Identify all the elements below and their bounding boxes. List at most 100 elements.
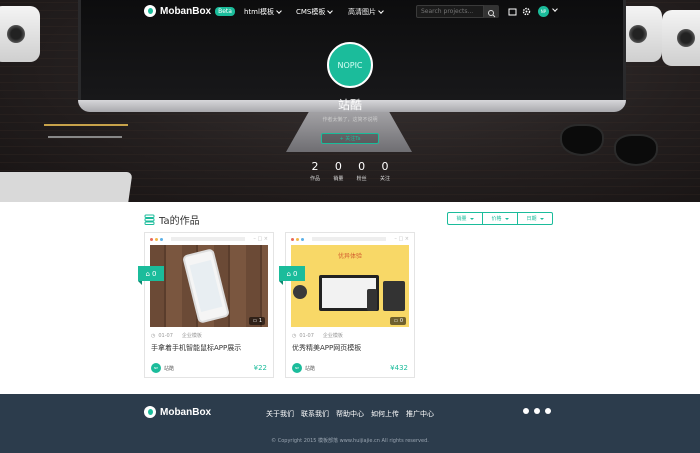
- chevron-down-icon: [327, 8, 334, 14]
- work-card[interactable]: – □ × 优异体验 ▭ 0 ⌂ 0 ◷ 01-07 企业模板 优秀精美APP网页模板…: [279, 232, 415, 378]
- stat-following[interactable]: 0 关注: [376, 160, 394, 182]
- clock-icon: ◷: [292, 332, 297, 339]
- nav-item-label: CMS模板: [296, 8, 326, 16]
- stat-value: 0: [381, 160, 389, 173]
- stat-label: 关注: [379, 176, 390, 182]
- chevron-down-icon: [276, 8, 282, 14]
- pencil: [44, 124, 128, 126]
- folder-icon[interactable]: [508, 7, 517, 16]
- like-badge[interactable]: ⌂ 0: [279, 266, 305, 285]
- chevron-down-icon[interactable]: [552, 6, 558, 12]
- comment-count: ▭ 0: [390, 317, 406, 325]
- footer-links: 关于我们 联系我们 帮助中心 如何上传 推广中心: [266, 409, 434, 419]
- caret-down-icon: [539, 217, 544, 220]
- sort-by-date-button[interactable]: 日期: [517, 212, 553, 225]
- wechat-icon[interactable]: [523, 408, 529, 414]
- stat-value: 0: [334, 160, 342, 173]
- sort-label: 销量: [456, 216, 467, 222]
- footer-logo[interactable]: MobanBox: [144, 406, 211, 418]
- thumb-heading: 优异体验: [337, 253, 362, 260]
- like-badge[interactable]: ⌂ 0: [138, 266, 164, 285]
- bag-icon: ⌂: [145, 269, 150, 278]
- comment-count: ▭ 1: [249, 317, 265, 325]
- footer-link-promotion[interactable]: 推广中心: [406, 409, 434, 419]
- author-avatar[interactable]: NP: [292, 363, 302, 373]
- footer-link-upload[interactable]: 如何上传: [371, 409, 399, 419]
- author-name[interactable]: 站酷: [164, 365, 251, 372]
- keyboard: [0, 172, 133, 202]
- weibo-icon[interactable]: [534, 408, 540, 414]
- sort-by-price-button[interactable]: 价格: [482, 212, 518, 225]
- chevron-down-icon: [378, 8, 384, 14]
- work-thumbnail[interactable]: 优异体验 ▭ 0: [291, 245, 409, 327]
- work-footer: NP 站酷 ¥432: [292, 363, 408, 373]
- work-footer: NP 站酷 ¥22: [151, 363, 267, 373]
- work-price: ¥432: [390, 364, 408, 372]
- nav-item-label: 高清图片: [348, 8, 376, 16]
- phone-image: [182, 248, 230, 324]
- sort-by-sales-button[interactable]: 销量: [447, 212, 483, 225]
- author-name[interactable]: 站酷: [305, 365, 387, 372]
- profile-stats: 2 作品 0 销量 0 粉丝 0 关注: [306, 160, 394, 182]
- profile-bio: 作者太懒了，这简不说明: [322, 117, 378, 123]
- work-title[interactable]: 手拿着手机智能鼠标APP展示: [145, 339, 273, 353]
- sort-controls: 销量 价格 日期: [447, 212, 553, 225]
- search-icon: [488, 10, 496, 18]
- user-avatar[interactable]: NP: [538, 6, 549, 17]
- sort-label: 日期: [526, 216, 537, 222]
- nav-item-hd-images[interactable]: 高清图片: [348, 7, 384, 17]
- caret-down-icon: [469, 217, 474, 220]
- gear-icon[interactable]: [522, 7, 531, 16]
- beta-badge: Beta: [215, 6, 235, 16]
- pen: [48, 136, 122, 138]
- thumb-badge: [293, 285, 307, 299]
- stat-value: 2: [311, 160, 319, 173]
- top-nav: MobanBox Beta html模板 CMS模板 高清图片 NP: [0, 0, 700, 24]
- stat-fans[interactable]: 0 粉丝: [353, 160, 371, 182]
- stack-icon: [144, 214, 155, 225]
- sort-label: 价格: [491, 216, 502, 222]
- work-thumbnail[interactable]: ▭ 1: [150, 245, 268, 327]
- follow-button[interactable]: + 关注Ta: [321, 133, 379, 144]
- work-meta: ◷ 01-07 企业模板: [151, 332, 202, 340]
- footer-link-about[interactable]: 关于我们: [266, 409, 294, 419]
- footer-link-help[interactable]: 帮助中心: [336, 409, 364, 419]
- logo[interactable]: MobanBox Beta: [144, 5, 235, 17]
- phone-image: [367, 289, 377, 311]
- search-button[interactable]: [484, 5, 499, 18]
- work-price: ¥22: [253, 364, 267, 372]
- stat-label: 销量: [333, 176, 344, 182]
- works-title: Ta的作品: [159, 216, 200, 227]
- qq-icon[interactable]: [545, 408, 551, 414]
- nav-item-label: html模板: [244, 8, 274, 16]
- tablet-image: [383, 281, 405, 311]
- profile-name: 站酷: [337, 98, 362, 112]
- sunglasses: [556, 120, 666, 178]
- logo-icon: [144, 406, 156, 418]
- stat-sales[interactable]: 0 销量: [329, 160, 347, 182]
- stat-value: 0: [358, 160, 366, 173]
- caret-down-icon: [504, 217, 509, 220]
- search-input[interactable]: [416, 5, 484, 18]
- logo-icon: [144, 5, 156, 17]
- browser-bar: – □ ×: [145, 233, 273, 245]
- work-title[interactable]: 优秀精美APP网页模板: [286, 339, 414, 353]
- copyright: © Copyright 2015 模板部落 www.huijiajie.cn A…: [271, 438, 429, 444]
- stat-label: 作品: [309, 176, 320, 182]
- nav-item-cms-templates[interactable]: CMS模板: [296, 7, 334, 17]
- work-card[interactable]: – □ × ▭ 1 ⌂ 0 ◷ 01-07 企业模板 手拿着手机智能鼠标APP展示 N…: [138, 232, 274, 378]
- footer-link-contact[interactable]: 联系我们: [301, 409, 329, 419]
- author-avatar[interactable]: NP: [151, 363, 161, 373]
- nav-item-html-templates[interactable]: html模板: [244, 7, 282, 17]
- profile-avatar: NOPIC: [327, 42, 373, 88]
- browser-bar: – □ ×: [286, 233, 414, 245]
- profile-hero: MobanBox Beta html模板 CMS模板 高清图片 NP NOPIC…: [0, 0, 700, 202]
- site-footer: MobanBox 关于我们 联系我们 帮助中心 如何上传 推广中心 © Copy…: [0, 394, 700, 453]
- works-header: Ta的作品: [144, 212, 200, 227]
- work-meta: ◷ 01-07 企业模板: [292, 332, 343, 340]
- bag-icon: ⌂: [286, 269, 291, 278]
- stat-works[interactable]: 2 作品: [306, 160, 324, 182]
- logo-text: MobanBox: [160, 5, 212, 17]
- logo-text: MobanBox: [160, 406, 212, 418]
- footer-social: [523, 408, 551, 414]
